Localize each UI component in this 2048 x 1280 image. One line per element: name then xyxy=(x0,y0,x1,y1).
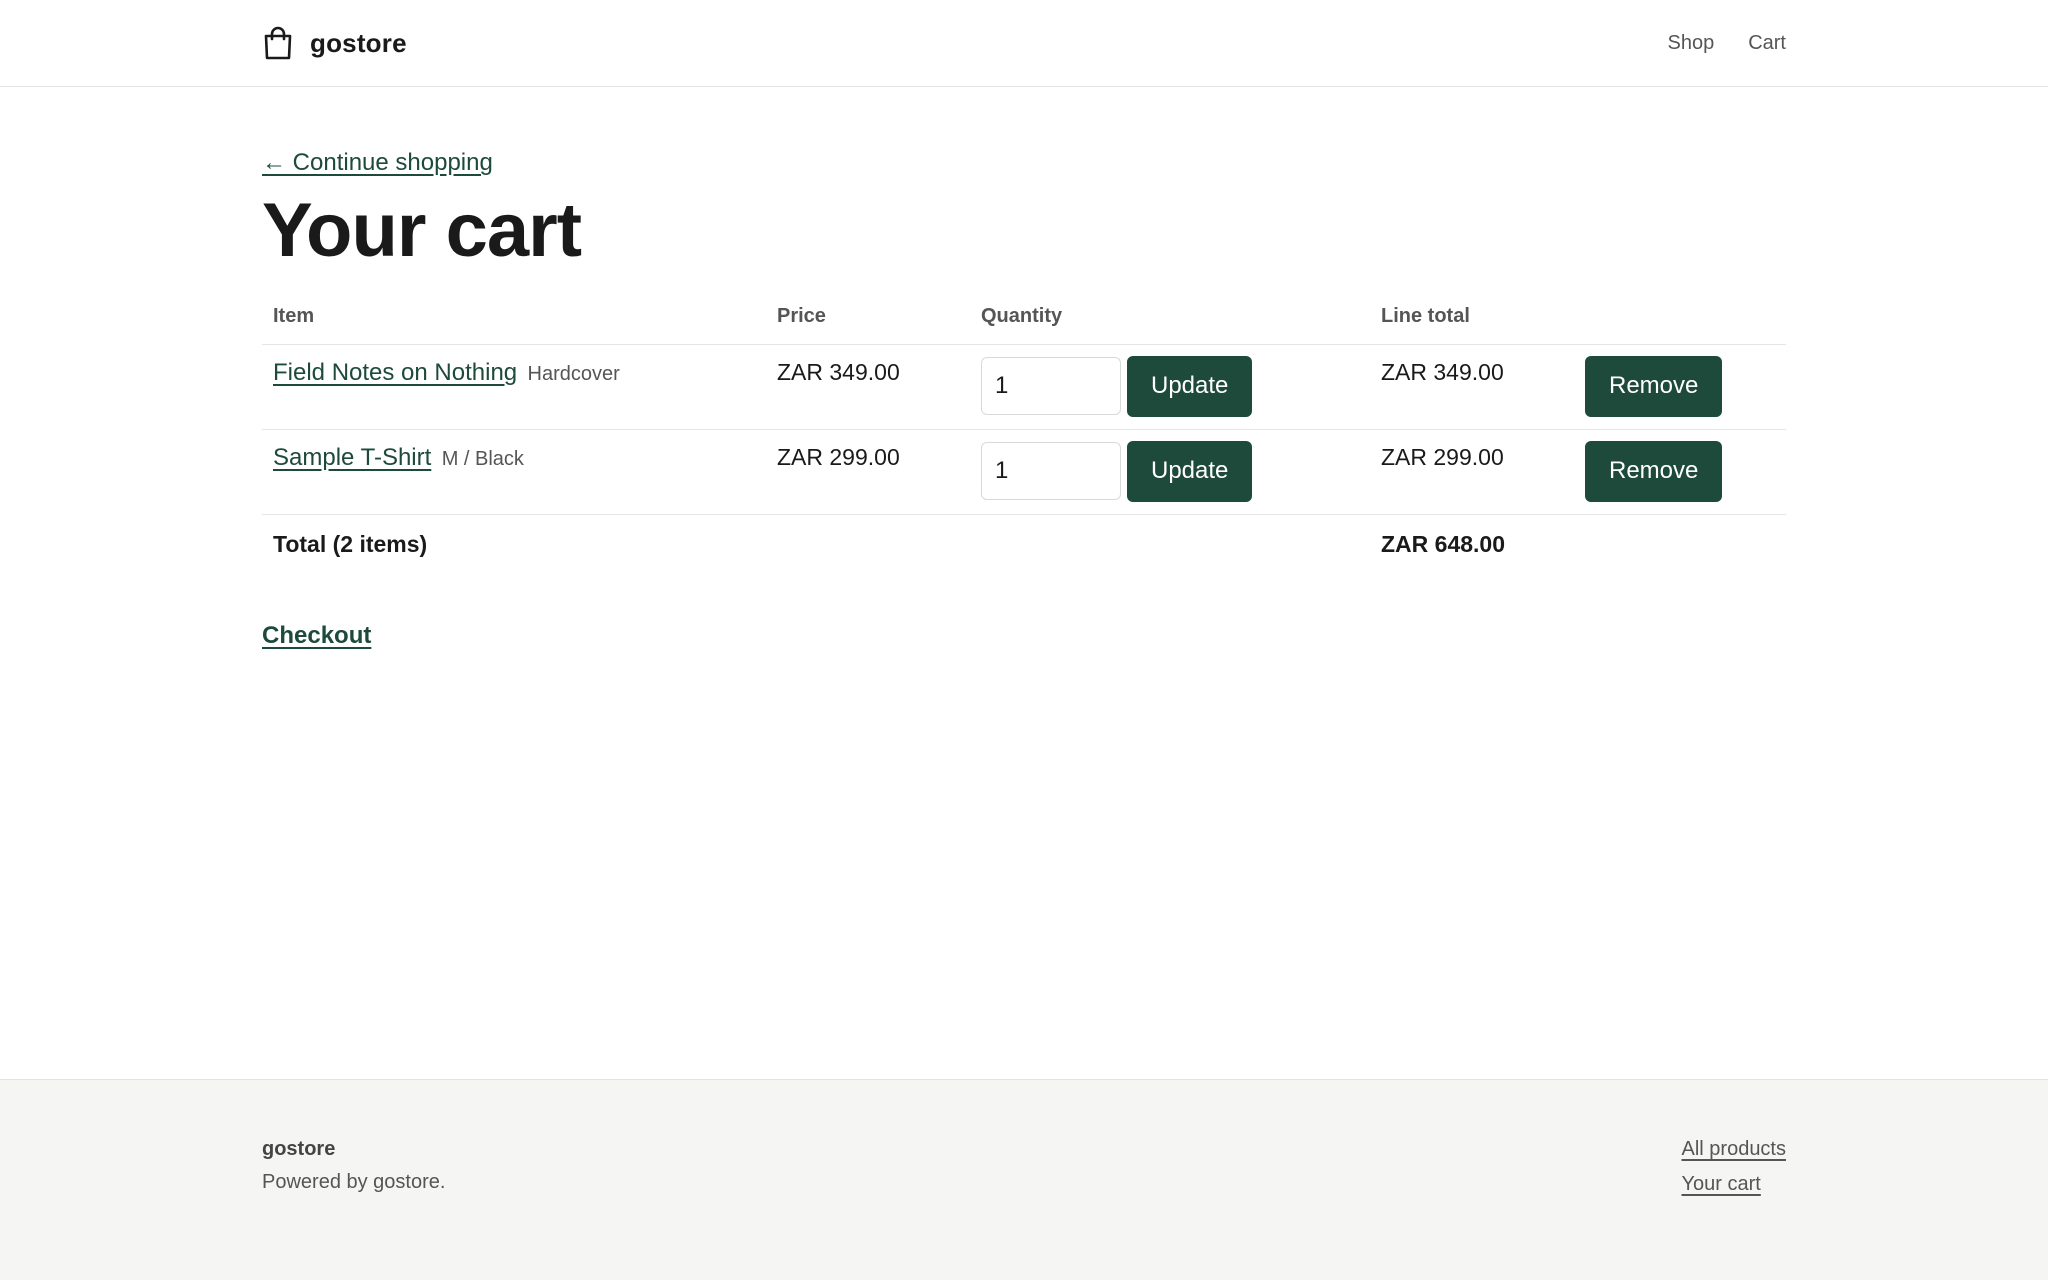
footer-brand: gostore xyxy=(262,1138,336,1160)
total-value: ZAR 648.00 xyxy=(1370,513,1574,575)
column-header-price: Price xyxy=(777,304,826,327)
footer-links: All products Your cart xyxy=(1682,1138,1787,1196)
remove-button[interactable]: Remove xyxy=(1585,440,1723,502)
price-cell: ZAR 349.00 xyxy=(766,343,970,430)
footer-link-your-cart[interactable]: Your cart xyxy=(1682,1173,1787,1196)
line-total-cell: ZAR 299.00 xyxy=(1370,428,1574,515)
column-header-quantity: Quantity xyxy=(981,304,1063,327)
quantity-cell: Update xyxy=(970,343,1370,430)
quantity-form: Update xyxy=(981,440,1359,502)
table-row: Field Notes on Nothing Hardcover ZAR 349… xyxy=(262,343,1786,430)
actions-cell: Remove xyxy=(1574,343,1786,430)
page-title: Your cart xyxy=(262,188,582,273)
footer-info: gostore Powered by gostore. xyxy=(262,1138,445,1196)
actions-cell: Remove xyxy=(1574,428,1786,515)
total-row: Total (2 items) ZAR 648.00 xyxy=(262,513,1786,575)
line-total-cell: ZAR 349.00 xyxy=(1370,343,1574,430)
main-nav: Shop Cart xyxy=(1667,32,1786,55)
quantity-cell: Update xyxy=(970,428,1370,515)
variant-label: M / Black xyxy=(441,447,524,470)
item-cell: Sample T-Shirt M / Black xyxy=(262,428,766,515)
table-row: Sample T-Shirt M / Black ZAR 299.00 Upda… xyxy=(262,428,1786,515)
remove-button[interactable]: Remove xyxy=(1585,355,1723,417)
quantity-input[interactable] xyxy=(981,442,1121,501)
cart-table: Item Price Quantity Line total Field Not… xyxy=(262,305,1786,575)
column-header-line-total: Line total xyxy=(1381,304,1470,327)
update-button[interactable]: Update xyxy=(1127,355,1253,417)
cart-table-header: Item Price Quantity Line total xyxy=(262,305,1786,345)
product-link[interactable]: Field Notes on Nothing xyxy=(273,359,517,386)
brand-link[interactable]: gostore xyxy=(262,26,407,60)
column-header-item: Item xyxy=(273,304,315,327)
column-header-actions xyxy=(1574,305,1786,345)
main-content: ← Continue shopping Your cart Item Price… xyxy=(0,87,2048,650)
quantity-input[interactable] xyxy=(981,357,1121,416)
quantity-form: Update xyxy=(981,355,1359,417)
site-footer: gostore Powered by gostore. All products… xyxy=(0,1079,2048,1280)
update-button[interactable]: Update xyxy=(1127,440,1253,502)
site-header: gostore Shop Cart xyxy=(0,0,2048,87)
continue-shopping-link[interactable]: ← Continue shopping xyxy=(262,149,493,177)
product-link[interactable]: Sample T-Shirt xyxy=(273,444,431,471)
price-cell: ZAR 299.00 xyxy=(766,428,970,515)
nav-shop-link[interactable]: Shop xyxy=(1667,32,1714,55)
variant-label: Hardcover xyxy=(527,362,620,385)
brand-name: gostore xyxy=(310,27,407,58)
footer-tagline: Powered by gostore. xyxy=(262,1171,446,1193)
nav-cart-link[interactable]: Cart xyxy=(1748,32,1786,55)
checkout-link[interactable]: Checkout xyxy=(262,622,371,650)
footer-link-all-products[interactable]: All products xyxy=(1682,1138,1787,1161)
shopping-bag-icon xyxy=(262,26,296,60)
item-cell: Field Notes on Nothing Hardcover xyxy=(262,343,766,430)
total-label: Total (2 items) xyxy=(262,513,766,575)
